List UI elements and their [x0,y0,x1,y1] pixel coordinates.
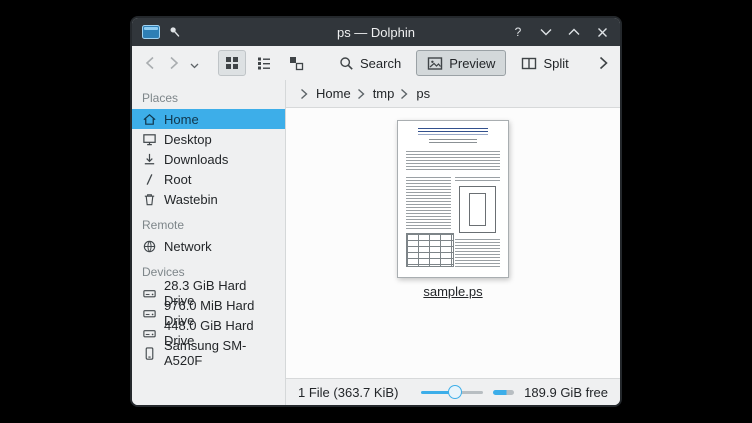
free-space-label: 189.9 GiB free [524,385,608,400]
icons-view-button[interactable] [218,50,246,76]
view-mode-group [218,50,310,76]
preview-label: Preview [449,56,495,71]
sidebar-item-label: Root [164,172,191,187]
forward-arrow-icon [169,56,179,70]
tree-view-icon [288,55,304,71]
breadcrumb-item-ps[interactable]: ps [416,86,430,101]
places-panel: Places Home Desktop Downloads Root [132,80,286,405]
download-icon [142,152,157,167]
tree-view-button[interactable] [282,50,310,76]
help-button[interactable]: ? [510,24,526,40]
thumb-title-lines [418,128,488,135]
desktop-background: ps — Dolphin ? [0,0,752,423]
preview-button[interactable]: Preview [416,50,506,76]
status-bar: 1 File (363.7 KiB) 189.9 GiB free [286,379,620,405]
sidebar-item-phone[interactable]: Samsung SM-A520F [132,343,285,363]
titlebar[interactable]: ps — Dolphin ? [132,18,620,46]
sidebar-item-label: Wastebin [164,192,218,207]
sidebar-item-label: Home [164,112,199,127]
minimize-button[interactable] [538,24,554,40]
section-header-remote: Remote [132,209,285,236]
history-dropdown-icon[interactable] [188,51,200,75]
split-label: Split [543,56,568,71]
folder-view[interactable]: sample.ps [286,107,620,379]
sidebar-item-label: Network [164,239,212,254]
file-thumbnail [397,120,509,278]
sidebar-item-network[interactable]: Network [132,236,285,256]
breadcrumb[interactable]: Home tmp ps [286,80,620,107]
thumb-right-column [455,177,500,183]
sidebar-item-downloads[interactable]: Downloads [132,149,285,169]
breadcrumb-item-tmp[interactable]: tmp [373,86,395,101]
sidebar-item-label: Desktop [164,132,212,147]
dolphin-app-icon[interactable] [142,25,160,39]
close-icon [597,27,608,38]
wastebin-icon [142,192,157,207]
sidebar-item-home[interactable]: Home [132,109,285,129]
pin-icon[interactable] [165,22,185,42]
disk-usage-bar [493,390,514,395]
split-button[interactable]: Split [510,50,579,76]
zoom-slider-handle[interactable] [448,385,462,399]
desktop-icon [142,132,157,147]
thumb-left-column [406,177,451,229]
thumb-table [406,233,454,267]
harddrive-icon [142,306,157,321]
back-button[interactable] [140,51,160,75]
sidebar-item-label: Samsung SM-A520F [164,338,275,368]
thumb-figure [459,186,496,233]
details-view-button[interactable] [250,50,278,76]
sidebar-item-desktop[interactable]: Desktop [132,129,285,149]
breadcrumb-item-home[interactable]: Home [316,86,351,101]
thumb-right-column-2 [455,239,500,267]
harddrive-icon [142,286,157,301]
chevron-right-icon [400,88,410,100]
maximize-button[interactable] [566,24,582,40]
back-arrow-icon [145,56,155,70]
network-icon [142,239,157,254]
sidebar-item-label: Downloads [164,152,228,167]
icons-view-icon [224,55,240,71]
smartphone-icon [142,346,157,361]
search-button[interactable]: Search [328,50,412,76]
chevron-right-icon [599,56,608,70]
close-button[interactable] [594,24,610,40]
main-toolbar: Search Preview Split [132,46,620,80]
search-label: Search [360,56,401,71]
details-view-icon [256,55,272,71]
search-icon [339,56,354,71]
split-icon [521,56,537,71]
chevron-up-icon [568,28,580,36]
section-header-places: Places [132,82,285,109]
sidebar-item-root[interactable]: Root [132,169,285,189]
chevron-down-icon [540,28,552,36]
dolphin-window: ps — Dolphin ? [130,16,622,407]
chevron-right-icon [357,88,367,100]
file-name[interactable]: sample.ps [423,284,482,299]
toolbar-overflow-button[interactable] [594,51,612,75]
chevron-right-icon [300,88,310,100]
zoom-slider[interactable] [421,385,483,399]
thumb-meta-lines [429,139,477,145]
forward-button[interactable] [164,51,184,75]
sidebar-item-wastebin[interactable]: Wastebin [132,189,285,209]
home-icon [142,112,157,127]
preview-icon [427,56,443,71]
help-icon: ? [515,25,522,39]
file-item[interactable]: sample.ps [373,120,533,299]
harddrive-icon [142,326,157,341]
root-icon [142,172,157,187]
thumb-text-lines [406,151,501,172]
file-count-summary: 1 File (363.7 KiB) [298,385,398,400]
